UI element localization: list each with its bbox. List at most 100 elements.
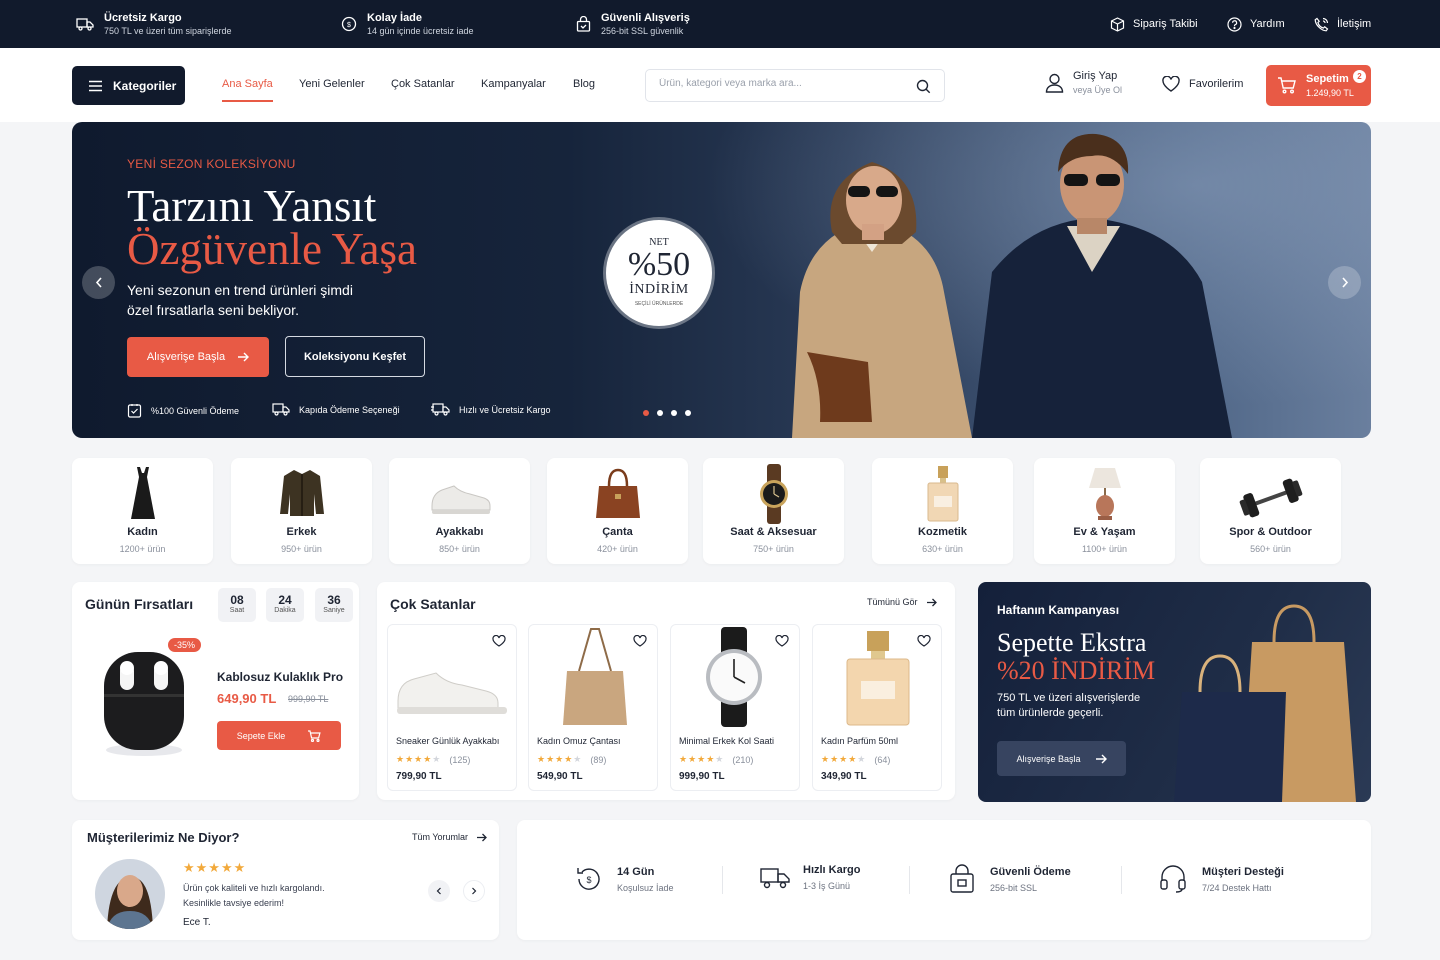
see-all-link[interactable]: Tümünü Gör <box>867 597 937 607</box>
seconds-label: Saniye <box>323 607 345 614</box>
secure-bag-icon <box>949 864 975 894</box>
hero-explore-button[interactable]: Koleksiyonu Keşfet <box>285 336 425 377</box>
slider-dot[interactable] <box>685 410 691 416</box>
nav-new-arrivals[interactable]: Yeni Gelenler <box>299 78 365 90</box>
order-tracking-link[interactable]: Sipariş Takibi <box>1110 0 1198 48</box>
slider-dot[interactable] <box>643 410 649 416</box>
help-icon <box>1227 16 1242 32</box>
search-box <box>645 69 945 102</box>
search-input[interactable] <box>659 78 899 89</box>
favorite-heart-icon[interactable] <box>775 635 789 647</box>
hero-feature-shipping-label: Hızlı ve Ücretsiz Kargo <box>459 404 551 415</box>
category-ayakkabi[interactable]: Ayakkabı 850+ ürün <box>389 458 530 564</box>
star-rating-icon: ★★★★★ <box>821 754 867 764</box>
lock-bag-icon <box>576 16 591 32</box>
product-price: 999,90 TL <box>679 771 725 782</box>
hero-feature-secure: %100 Güvenli Ödeme <box>127 403 239 418</box>
deal-old-price: 999,90 TL <box>288 694 329 704</box>
feature-sub: 1-3 İş Günü <box>803 881 851 891</box>
category-name: Spor & Outdoor <box>1229 526 1312 538</box>
all-reviews-link[interactable]: Tüm Yorumlar <box>412 832 487 842</box>
feature-sub: 7/24 Destek Hattı <box>1202 882 1272 893</box>
shipping-sub: 750 TL ve üzeri tüm siparişlerde <box>104 26 232 36</box>
earbuds-product-image[interactable] <box>98 646 190 758</box>
campaign-banner: Haftanın Kampanyası Sepette Ekstra %20 İ… <box>978 582 1371 802</box>
help-label: Yardım <box>1250 18 1285 30</box>
nav-bestsellers[interactable]: Çok Satanlar <box>391 78 455 90</box>
hero-subtitle-line1: Yeni sezonun en trend ürünleri şimdi <box>127 282 353 298</box>
hero-prev-button[interactable] <box>82 266 115 299</box>
discount-badge: NET %50 İNDİRİM SEÇİLİ ÜRÜNLERDE <box>606 220 712 326</box>
category-spor-outdoor[interactable]: Spor & Outdoor 560+ ürün <box>1200 458 1341 564</box>
divider <box>909 866 910 894</box>
feature-title: Müşteri Desteği <box>1202 865 1284 878</box>
deal-product-name[interactable]: Kablosuz Kulaklık Pro <box>217 670 343 684</box>
categories-button[interactable]: Kategoriler <box>72 66 185 105</box>
category-saat-aksesuar[interactable]: Saat & Aksesuar 750+ ürün <box>703 458 844 564</box>
shoulder-bag-image <box>563 628 627 725</box>
hero-next-button[interactable] <box>1328 266 1361 299</box>
favorites-link[interactable]: Favorilerim <box>1162 76 1243 92</box>
star-rating-icon: ★★★★★ <box>396 754 442 764</box>
favorite-heart-icon[interactable] <box>492 635 506 647</box>
category-kadin[interactable]: Kadın 1200+ ürün <box>72 458 213 564</box>
hero-title-line2: Özgüvenle Yaşa <box>127 224 417 274</box>
main-header: Kategoriler Ana Sayfa Yeni Gelenler Çok … <box>0 48 1440 122</box>
category-ev-yasam[interactable]: Ev & Yaşam 1100+ ürün <box>1034 458 1175 564</box>
slider-dot[interactable] <box>671 410 677 416</box>
help-link[interactable]: Yardım <box>1227 0 1285 48</box>
chevron-right-icon <box>471 887 477 895</box>
review-star-rating-icon: ★★★★★ <box>183 860 247 875</box>
account-link[interactable]: Giriş Yap veya Üye Ol <box>1045 70 1122 95</box>
dumbbell-icon <box>1239 478 1302 518</box>
review-count: (89) <box>590 754 607 765</box>
minutes-value: 24 <box>278 593 292 607</box>
svg-text:$: $ <box>347 22 351 29</box>
cart-total: 1.249,90 TL <box>1306 88 1354 98</box>
countdown-minutes: 24 Dakika <box>266 588 304 622</box>
category-name: Ayakkabı <box>435 526 484 538</box>
shipping-title: Ücretsiz Kargo <box>104 12 182 24</box>
wrist-watch-image <box>706 627 762 727</box>
review-count: (64) <box>874 754 891 765</box>
add-to-cart-button[interactable]: Sepete Ekle <box>217 721 341 750</box>
menu-icon <box>88 80 103 92</box>
review-prev-button[interactable] <box>428 880 450 902</box>
package-icon <box>1110 16 1125 32</box>
dress-icon <box>130 467 155 519</box>
product-card[interactable]: Sneaker Günlük Ayakkabı ★★★★★ (125) 799,9… <box>387 624 517 791</box>
product-card[interactable]: Kadın Parfüm 50ml ★★★★★ (64) 349,90 TL <box>812 624 942 791</box>
favorite-heart-icon[interactable] <box>633 635 647 647</box>
category-erkek[interactable]: Erkek 950+ ürün <box>231 458 372 564</box>
category-count: 850+ ürün <box>439 544 480 554</box>
free-shipping-info: Ücretsiz Kargo 750 TL ve üzeri tüm sipari… <box>76 0 232 48</box>
slider-dot[interactable] <box>657 410 663 416</box>
user-icon <box>1045 73 1064 93</box>
category-kozmetik[interactable]: Kozmetik 630+ ürün <box>872 458 1013 564</box>
category-name: Saat & Aksesuar <box>730 526 817 538</box>
cart-label: Sepetim <box>1306 73 1349 85</box>
review-text-line2: Kesinlikle tavsiye ederim! <box>183 898 285 908</box>
category-count: 750+ ürün <box>753 544 794 554</box>
favorite-heart-icon[interactable] <box>917 635 931 647</box>
category-canta[interactable]: Çanta 420+ ürün <box>547 458 688 564</box>
nav-home[interactable]: Ana Sayfa <box>222 78 273 102</box>
nav-campaigns[interactable]: Kampanyalar <box>481 78 546 90</box>
login-label: Giriş Yap <box>1073 70 1118 82</box>
review-next-button[interactable] <box>463 880 485 902</box>
secure-shopping-info: Güvenli Alışveriş 256-bit SSL güvenlik <box>576 0 690 48</box>
cart-button[interactable]: Sepetim 1.249,90 TL 2 <box>1266 65 1371 106</box>
contact-link[interactable]: İletişim <box>1314 0 1371 48</box>
deal-price: 649,90 TL <box>217 691 277 706</box>
campaign-shop-button[interactable]: Alışverişe Başla <box>997 741 1126 776</box>
hero-eyebrow: YENİ SEZON KOLEKSİYONU <box>127 157 296 171</box>
search-icon[interactable] <box>916 79 931 94</box>
badge-sub: SEÇİLİ ÜRÜNLERDE <box>634 301 684 307</box>
hero-shop-button[interactable]: Alışverişe Başla <box>127 337 269 377</box>
nav-blog[interactable]: Blog <box>573 78 595 90</box>
hero-models-image <box>672 122 1371 438</box>
easy-return-info: $ Kolay İade 14 gün içinde ücretsiz iade <box>341 0 474 48</box>
product-card[interactable]: Minimal Erkek Kol Saati ★★★★★ (210) 999,9… <box>670 624 800 791</box>
feature-title: Güvenli Ödeme <box>990 865 1071 878</box>
product-card[interactable]: Kadın Omuz Çantası ★★★★★ (89) 549,90 TL <box>528 624 658 791</box>
